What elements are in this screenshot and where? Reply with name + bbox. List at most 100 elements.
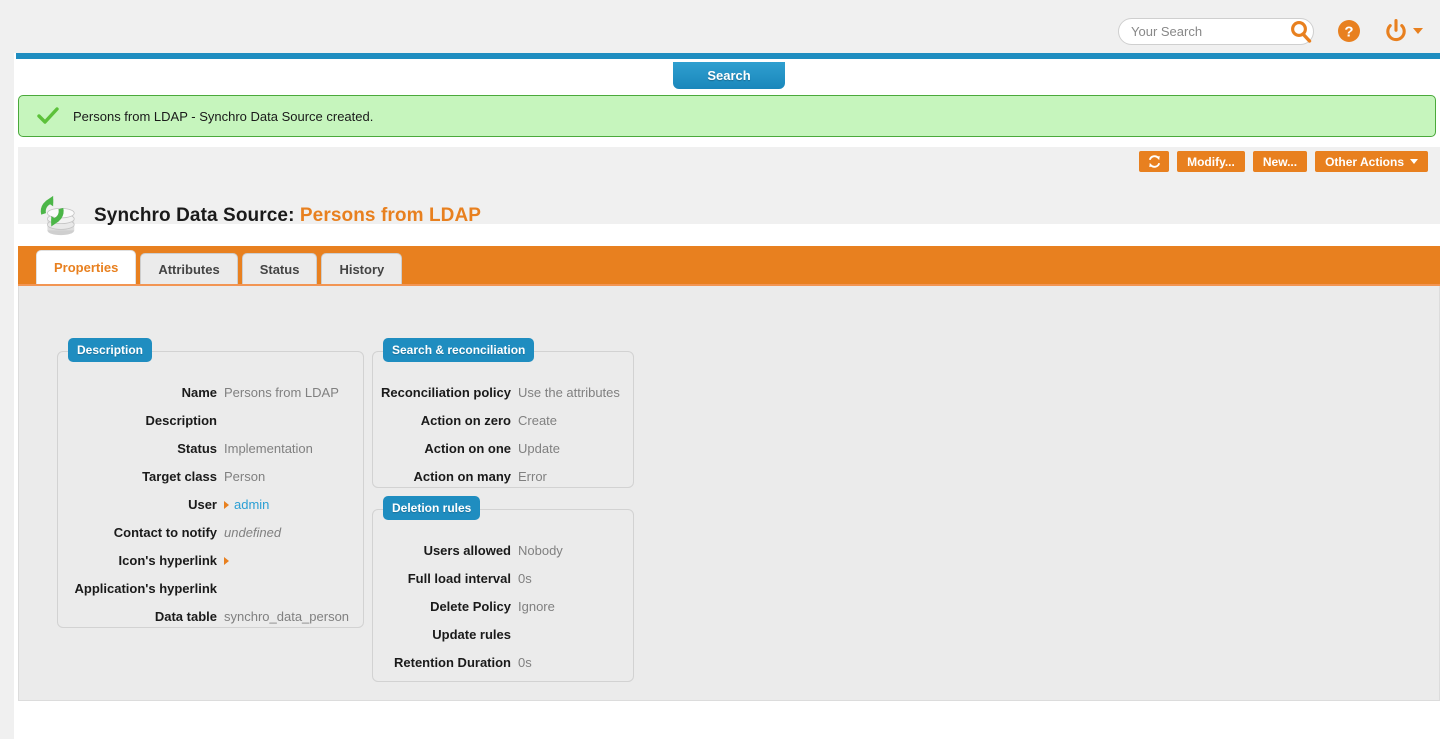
fieldset-description-legend: Description [68, 338, 152, 362]
table-row: Icon's hyperlink [58, 546, 363, 574]
field-label: Users allowed [373, 536, 518, 564]
refresh-button[interactable] [1139, 151, 1169, 172]
field-label: Action on one [373, 434, 518, 462]
modify-button[interactable]: Modify... [1177, 151, 1245, 172]
header-toolbar: ? [1118, 14, 1426, 48]
table-row: Application's hyperlink [58, 574, 363, 602]
top-header: ? [0, 0, 1440, 53]
other-actions-label: Other Actions [1325, 155, 1404, 169]
power-icon [1383, 18, 1409, 44]
table-row: Target class Person [58, 462, 363, 490]
field-label: Icon's hyperlink [58, 546, 224, 574]
table-row: Description [58, 406, 363, 434]
field-value [518, 620, 633, 648]
field-value: Update [518, 434, 633, 462]
field-label: Delete Policy [373, 592, 518, 620]
field-value [224, 406, 363, 434]
tab-attributes[interactable]: Attributes [140, 253, 237, 284]
table-row: Retention Duration 0s [373, 648, 633, 676]
field-value: Implementation [224, 434, 363, 462]
fieldset-search-reconciliation: Search & reconciliation Reconciliation p… [372, 351, 634, 488]
table-row: Users allowed Nobody [373, 536, 633, 564]
page-title-value: Persons from LDAP [300, 205, 481, 226]
field-value: undefined [224, 518, 363, 546]
refresh-icon [1147, 154, 1162, 169]
field-label: Status [58, 434, 224, 462]
field-value: 0s [518, 648, 633, 676]
search-tab[interactable]: Search [673, 62, 785, 89]
page-title-prefix: Synchro Data Source: [94, 205, 295, 226]
field-label: Contact to notify [58, 518, 224, 546]
field-value: Person [224, 462, 363, 490]
table-row: Full load interval 0s [373, 564, 633, 592]
tab-status[interactable]: Status [242, 253, 318, 284]
table-row: Action on many Error [373, 462, 633, 490]
chevron-down-icon [1410, 159, 1418, 164]
deletion-rules-table: Users allowed Nobody Full load interval … [373, 536, 633, 676]
new-button[interactable]: New... [1253, 151, 1307, 172]
field-value-user: admin [224, 490, 363, 518]
page-container: Search Persons from LDAP - Synchro Data … [14, 53, 1440, 739]
arrow-right-icon [224, 501, 229, 509]
field-value [224, 574, 363, 602]
description-table: Name Persons from LDAP Description Statu… [58, 378, 363, 630]
field-label: Description [58, 406, 224, 434]
field-label: Retention Duration [373, 648, 518, 676]
field-value-icon-hyperlink [224, 546, 363, 574]
field-value: Create [518, 406, 633, 434]
page-title-text: Synchro Data Source: Persons from LDAP [94, 205, 481, 227]
global-search [1118, 18, 1314, 45]
table-row: Name Persons from LDAP [58, 378, 363, 406]
power-menu-button[interactable] [1380, 14, 1426, 48]
field-label: User [58, 490, 224, 518]
table-row: Update rules [373, 620, 633, 648]
fieldset-description: Description Name Persons from LDAP Descr… [57, 351, 364, 628]
arrow-right-icon [224, 557, 229, 565]
fieldset-deletion-rules-legend: Deletion rules [383, 496, 480, 520]
table-row: Action on one Update [373, 434, 633, 462]
field-value: Nobody [518, 536, 633, 564]
table-row: Contact to notify undefined [58, 518, 363, 546]
tab-bar: Properties Attributes Status History [18, 246, 1440, 286]
field-label: Action on many [373, 462, 518, 490]
page-title: Synchro Data Source: Persons from LDAP [34, 193, 481, 239]
tab-list: Properties Attributes Status History [36, 250, 402, 284]
table-row: Delete Policy Ignore [373, 592, 633, 620]
field-value: Persons from LDAP [224, 378, 363, 406]
top-blue-rule [16, 53, 1440, 59]
field-label: Update rules [373, 620, 518, 648]
table-row: Action on zero Create [373, 406, 633, 434]
field-label: Data table [58, 602, 224, 630]
fieldset-deletion-rules: Deletion rules Users allowed Nobody Full… [372, 509, 634, 682]
other-actions-button[interactable]: Other Actions [1315, 151, 1428, 172]
field-value: synchro_data_person [224, 602, 363, 630]
success-banner: Persons from LDAP - Synchro Data Source … [18, 95, 1436, 137]
field-value: 0s [518, 564, 633, 592]
green-check-icon [37, 107, 59, 125]
search-submit-button[interactable] [1284, 15, 1318, 49]
field-label: Application's hyperlink [58, 574, 224, 602]
table-row: Reconciliation policy Use the attributes [373, 378, 633, 406]
banner-message: Persons from LDAP - Synchro Data Source … [73, 109, 373, 124]
tab-properties[interactable]: Properties [36, 250, 136, 284]
magnifier-icon [1288, 19, 1314, 45]
search-reconciliation-table: Reconciliation policy Use the attributes… [373, 378, 633, 490]
synchro-data-source-icon [34, 193, 80, 239]
field-label: Full load interval [373, 564, 518, 592]
table-row: Data table synchro_data_person [58, 602, 363, 630]
fieldset-search-reconciliation-legend: Search & reconciliation [383, 338, 534, 362]
action-toolbar: Modify... New... Other Actions [1139, 151, 1428, 172]
tab-history[interactable]: History [321, 253, 402, 284]
field-label: Reconciliation policy [373, 378, 518, 406]
table-row: User admin [58, 490, 363, 518]
help-button[interactable]: ? [1332, 14, 1366, 48]
object-header: Synchro Data Source: Persons from LDAP M… [18, 147, 1440, 224]
table-row: Status Implementation [58, 434, 363, 462]
field-value: Error [518, 462, 633, 490]
field-label: Name [58, 378, 224, 406]
help-circle-icon: ? [1336, 18, 1362, 44]
chevron-down-icon [1413, 28, 1423, 34]
user-link[interactable]: admin [234, 497, 269, 512]
field-value: Use the attributes [518, 378, 633, 406]
field-label: Target class [58, 462, 224, 490]
